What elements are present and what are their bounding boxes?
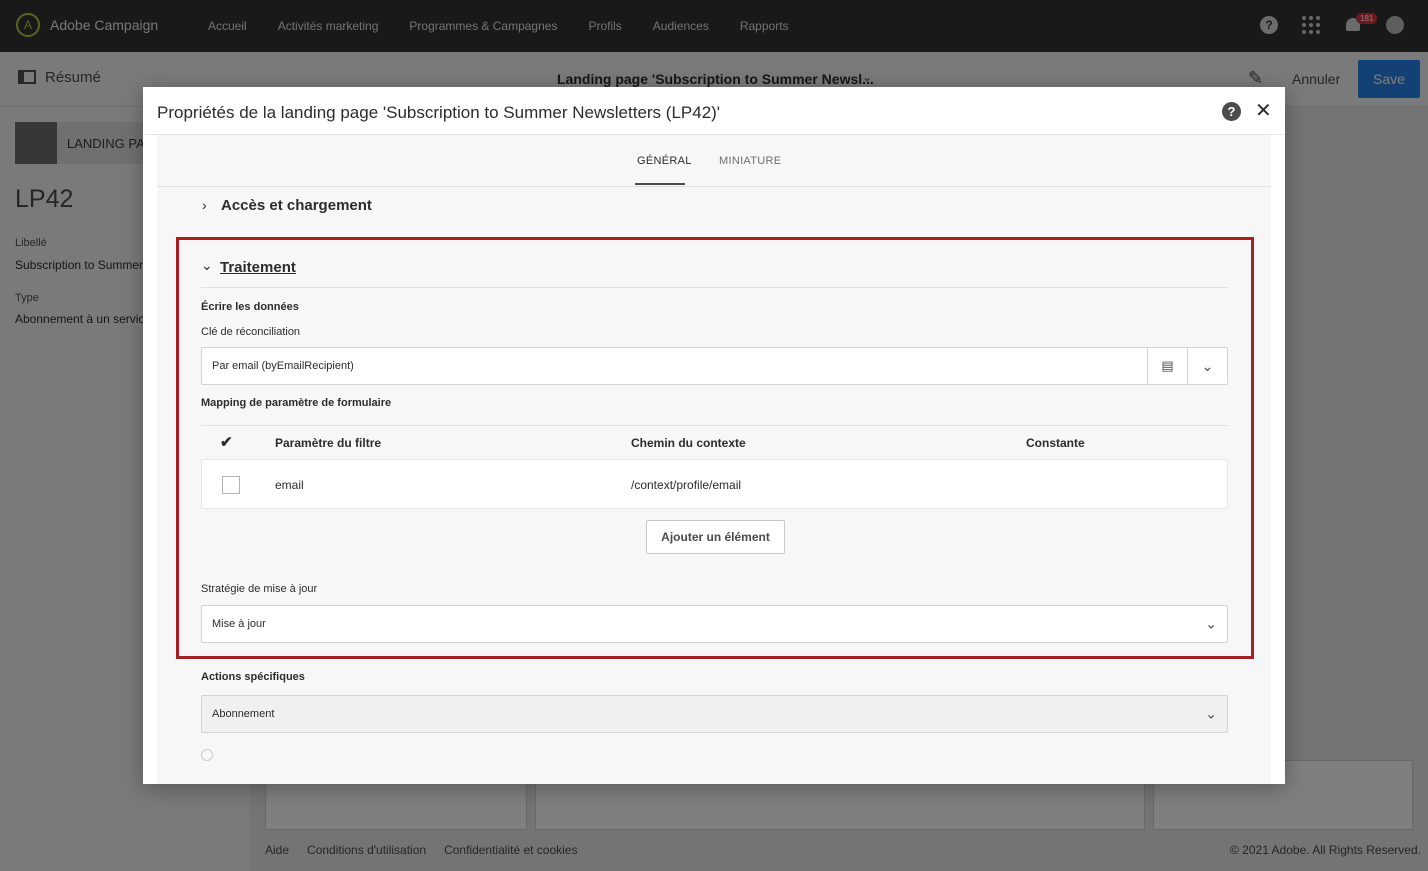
active-tab-indicator	[635, 183, 685, 185]
specific-actions-select[interactable]: Abonnement ⌄	[201, 695, 1228, 733]
chevron-down-icon[interactable]: ⌄	[1187, 348, 1227, 384]
radio-icon[interactable]	[201, 749, 213, 761]
update-strategy-label: Stratégie de mise à jour	[201, 583, 318, 595]
column-context-path: Chemin du contexte	[631, 436, 746, 450]
partially-hidden-option	[201, 749, 321, 761]
row-filter-param: email	[275, 478, 304, 492]
tab-general[interactable]: GÉNÉRAL	[637, 155, 692, 167]
landing-page-properties-dialog: Propriétés de la landing page 'Subscript…	[143, 87, 1285, 784]
dialog-tabs: GÉNÉRAL MINIATURE	[157, 135, 1271, 187]
close-icon[interactable]: ✕	[1255, 98, 1272, 123]
reconciliation-key-value: Par email (byEmailRecipient)	[212, 360, 354, 372]
folder-browse-icon[interactable]: ▤	[1147, 348, 1187, 384]
mapping-table-header: ✔ Paramètre du filtre Chemin du contexte…	[201, 425, 1228, 459]
specific-actions-label: Actions spécifiques	[201, 671, 305, 683]
chevron-down-icon[interactable]: ⌄	[201, 257, 213, 274]
reconciliation-key-select[interactable]: Par email (byEmailRecipient) ▤ ⌄	[201, 347, 1228, 385]
section-access-loading[interactable]: Accès et chargement	[221, 197, 372, 214]
section-processing[interactable]: Traitement	[220, 259, 296, 276]
specific-actions-value: Abonnement	[212, 708, 275, 720]
add-element-button[interactable]: Ajouter un élément	[646, 520, 785, 554]
dialog-header: Propriétés de la landing page 'Subscript…	[143, 87, 1285, 135]
section-divider	[201, 287, 1228, 288]
dialog-body: GÉNÉRAL MINIATURE › Accès et chargement …	[157, 135, 1271, 784]
column-filter-param: Paramètre du filtre	[275, 436, 382, 450]
help-icon[interactable]: ?	[1222, 102, 1241, 121]
form-mapping-label: Mapping de paramètre de formulaire	[201, 397, 392, 409]
select-all-check-icon[interactable]: ✔	[220, 433, 233, 451]
tab-thumbnail[interactable]: MINIATURE	[719, 155, 781, 167]
chevron-down-icon[interactable]: ⌄	[1205, 616, 1217, 633]
dialog-title: Propriétés de la landing page 'Subscript…	[157, 103, 721, 122]
update-strategy-select[interactable]: Mise à jour ⌄	[201, 605, 1228, 643]
update-strategy-value: Mise à jour	[212, 618, 266, 630]
table-row[interactable]: email /context/profile/email	[201, 459, 1228, 509]
chevron-down-icon[interactable]: ⌄	[1205, 706, 1217, 723]
column-constant: Constante	[1026, 436, 1085, 450]
row-checkbox[interactable]	[222, 476, 240, 494]
chevron-right-icon[interactable]: ›	[202, 197, 207, 213]
row-context-path: /context/profile/email	[631, 478, 742, 492]
reconciliation-key-label: Clé de réconciliation	[201, 326, 301, 338]
write-data-label: Écrire les données	[201, 301, 299, 313]
